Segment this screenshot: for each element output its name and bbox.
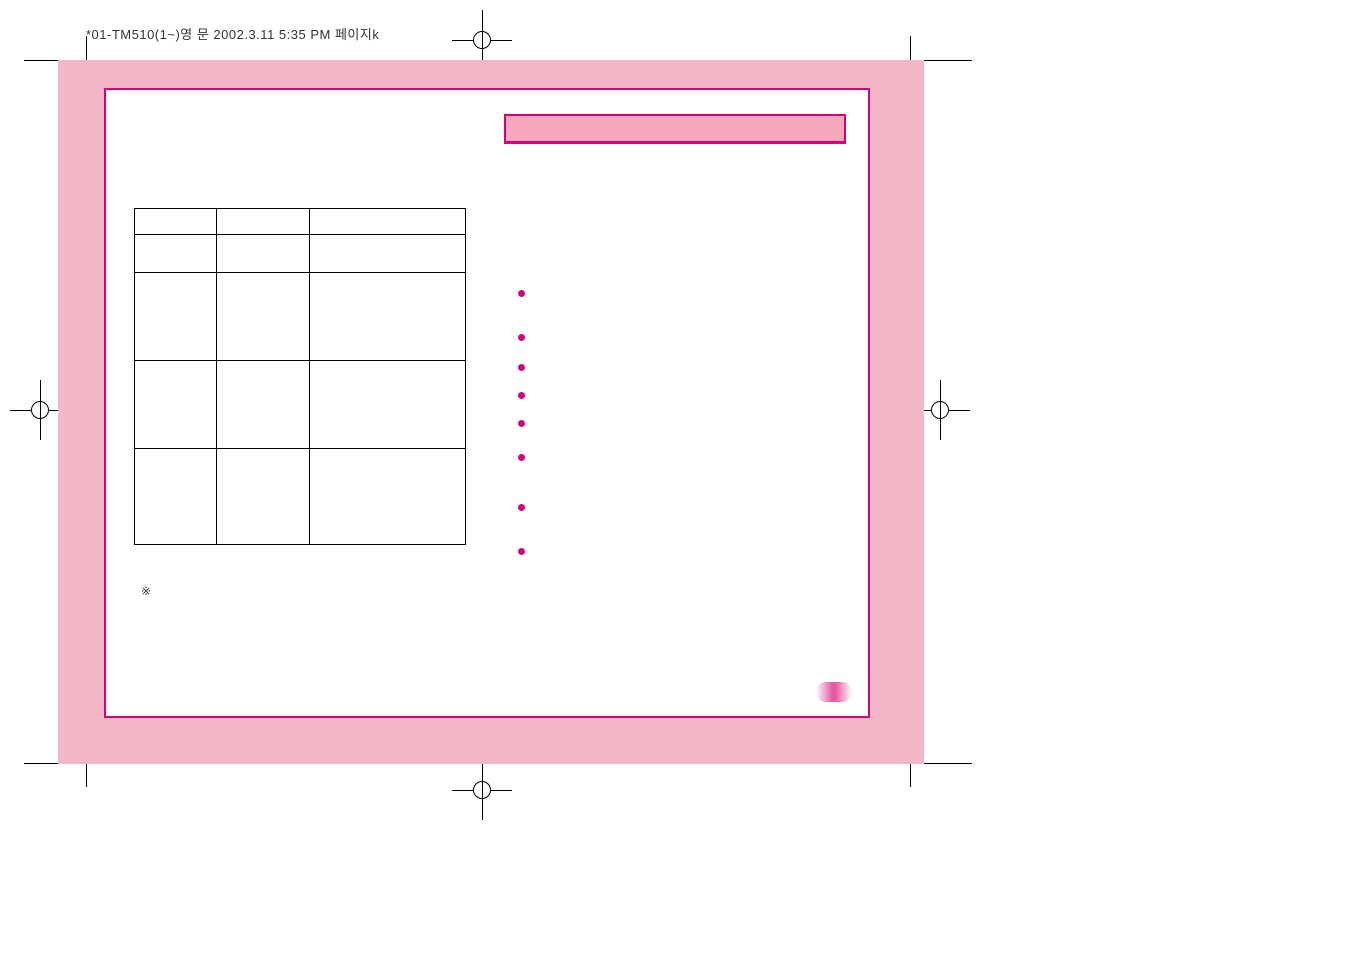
table-cell	[135, 449, 217, 545]
page-number-badge	[816, 682, 852, 702]
print-header-text: *01-TM510(1~)영 문 2002.3.11 5:35 PM 페이지k	[86, 24, 379, 43]
crop-mark	[86, 763, 87, 787]
table-cell	[310, 235, 466, 273]
table-cell	[310, 209, 466, 235]
table-cell	[310, 449, 466, 545]
list-item	[518, 390, 838, 418]
list-item	[518, 288, 838, 332]
table-cell	[135, 273, 217, 361]
table-cell	[216, 361, 310, 449]
info-table	[134, 208, 466, 545]
table-cell	[310, 273, 466, 361]
footnote-mark: ※	[141, 584, 151, 598]
crop-mark	[86, 36, 87, 60]
table-cell	[216, 273, 310, 361]
list-item	[518, 418, 838, 452]
list-item	[518, 546, 838, 556]
table-cell	[135, 235, 217, 273]
list-item	[518, 452, 838, 502]
page-outer-border: ※	[58, 60, 924, 764]
table-cell	[216, 449, 310, 545]
crop-mark	[910, 36, 911, 60]
section-title-bar	[504, 114, 846, 144]
registration-mark-icon	[452, 760, 512, 820]
list-item	[518, 362, 838, 390]
bullet-list	[518, 288, 838, 556]
table-cell	[135, 361, 217, 449]
crop-mark	[910, 763, 911, 787]
table-cell	[135, 209, 217, 235]
page-body: ※	[104, 88, 870, 718]
list-item	[518, 332, 838, 362]
table-cell	[216, 235, 310, 273]
list-item	[518, 502, 838, 546]
table-cell	[216, 209, 310, 235]
table-cell	[310, 361, 466, 449]
